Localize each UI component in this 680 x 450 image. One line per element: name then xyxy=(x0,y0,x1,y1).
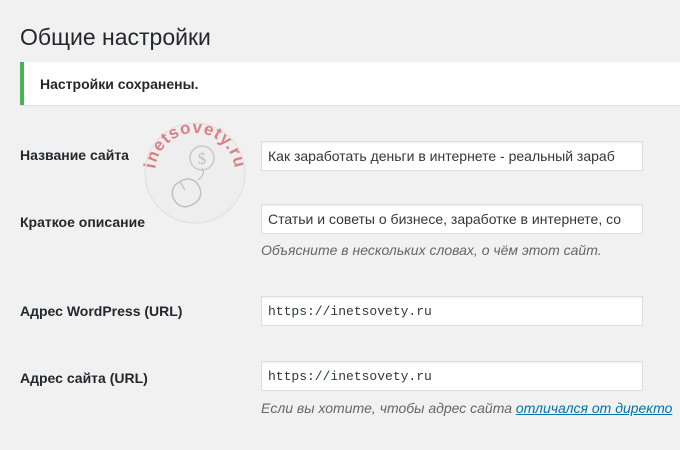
mouse-dollar-logo-icon: inetsovety.ru $ xyxy=(140,118,249,224)
site-url-description: Если вы хотите, чтобы адрес сайта отлича… xyxy=(261,400,672,416)
settings-saved-notice: Настройки сохранены. xyxy=(20,62,680,105)
watermark-logo: inetsovety.ru $ xyxy=(140,118,250,228)
site-title-label: Название сайта xyxy=(20,147,129,163)
page-title: Общие настройки xyxy=(20,24,211,50)
site-url-description-link[interactable]: отличался от директо xyxy=(516,400,672,416)
tagline-label: Краткое описание xyxy=(20,214,145,230)
watermark-symbol: $ xyxy=(198,149,207,168)
site-url-description-text: Если вы хотите, чтобы адрес сайта xyxy=(261,400,516,416)
tagline-input[interactable] xyxy=(261,204,643,234)
wordpress-url-input[interactable] xyxy=(261,296,643,326)
site-title-input[interactable] xyxy=(261,141,643,171)
site-url-input[interactable] xyxy=(261,361,643,391)
notice-text: Настройки сохранены. xyxy=(40,76,199,92)
tagline-description: Объясните в нескольких словах, о чём это… xyxy=(261,242,602,258)
site-url-label: Адрес сайта (URL) xyxy=(20,370,148,386)
wordpress-url-label: Адрес WordPress (URL) xyxy=(20,303,183,319)
